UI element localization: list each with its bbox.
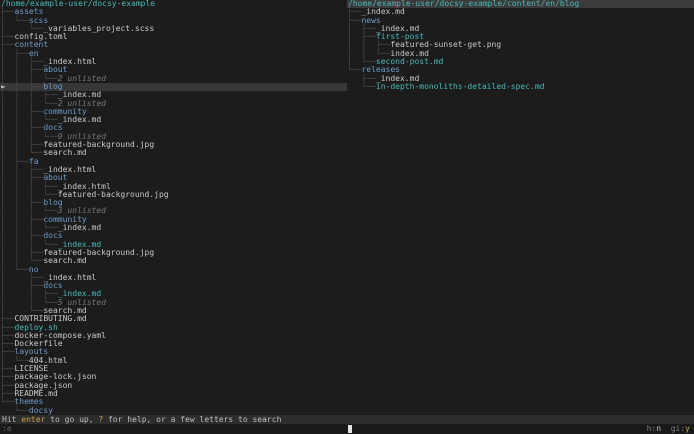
broot-screen: /home/example-user/docsy-example ├──asse…	[0, 0, 694, 434]
status-text: for help, or a few letters to search	[103, 415, 281, 424]
text-cursor	[348, 425, 352, 433]
file-name: search.md	[43, 148, 86, 157]
file-name: search.md	[43, 256, 86, 265]
right-tree-panel: /home/example-user/docsy-example/content…	[347, 0, 694, 415]
file-name: _index.md	[58, 115, 101, 124]
tree-row[interactable]: ├──Dockerfile	[0, 340, 347, 348]
tree-branch: └──	[0, 406, 29, 415]
flag-gitignore-label: gi	[671, 424, 681, 433]
command-input-row[interactable]: :e h:n gi:y	[0, 424, 694, 434]
right-tree-rows: ├──_index.md├──news│ ├──_index.md│ ├──fi…	[347, 8, 694, 91]
status-text: Hit	[2, 415, 21, 424]
left-tree-rows: ├──assets│ └──scss│ └──_variables_projec…	[0, 8, 347, 415]
file-name: featured-background.jpg	[58, 190, 169, 199]
left-panel-root-path[interactable]: /home/example-user/docsy-example	[0, 0, 347, 8]
tree-row[interactable]: ├──config.toml	[0, 33, 347, 41]
status-key-enter: enter	[21, 415, 45, 424]
file-name: in-depth-monoliths-detailed-spec.md	[376, 82, 545, 91]
unlisted-count: 2 unlisted	[58, 74, 106, 83]
left-panel-input-value[interactable]: :e	[2, 424, 12, 434]
flag-gap	[661, 424, 671, 433]
left-tree-panel: /home/example-user/docsy-example ├──asse…	[0, 0, 347, 415]
status-text: to go up,	[45, 415, 98, 424]
file-name: _index.md	[58, 223, 101, 232]
tree-row[interactable]: └──docsy	[0, 407, 347, 415]
status-hint-bar: Hit enter to go up, ? for help, or a few…	[0, 415, 694, 424]
tree-row[interactable]: ├──assets	[0, 8, 347, 16]
mode-flags[interactable]: h:n gi:y	[647, 424, 690, 434]
tree-row[interactable]: ├──README.md	[0, 390, 347, 398]
tree-row[interactable]: │ └──404.html	[0, 357, 347, 365]
flag-gitignore-value: y	[685, 424, 690, 433]
tree-row[interactable]: ├──_index.md	[347, 8, 694, 16]
tree-row[interactable]: │ │ └──search.md	[0, 149, 347, 157]
directory-name: docsy	[29, 406, 53, 415]
tree-row[interactable]: └──in-depth-monoliths-detailed-spec.md	[347, 83, 694, 91]
tree-row[interactable]: ├──content	[0, 41, 347, 49]
tree-branch: └──	[347, 82, 376, 91]
tree-row[interactable]: │ │ └──search.md	[0, 257, 347, 265]
